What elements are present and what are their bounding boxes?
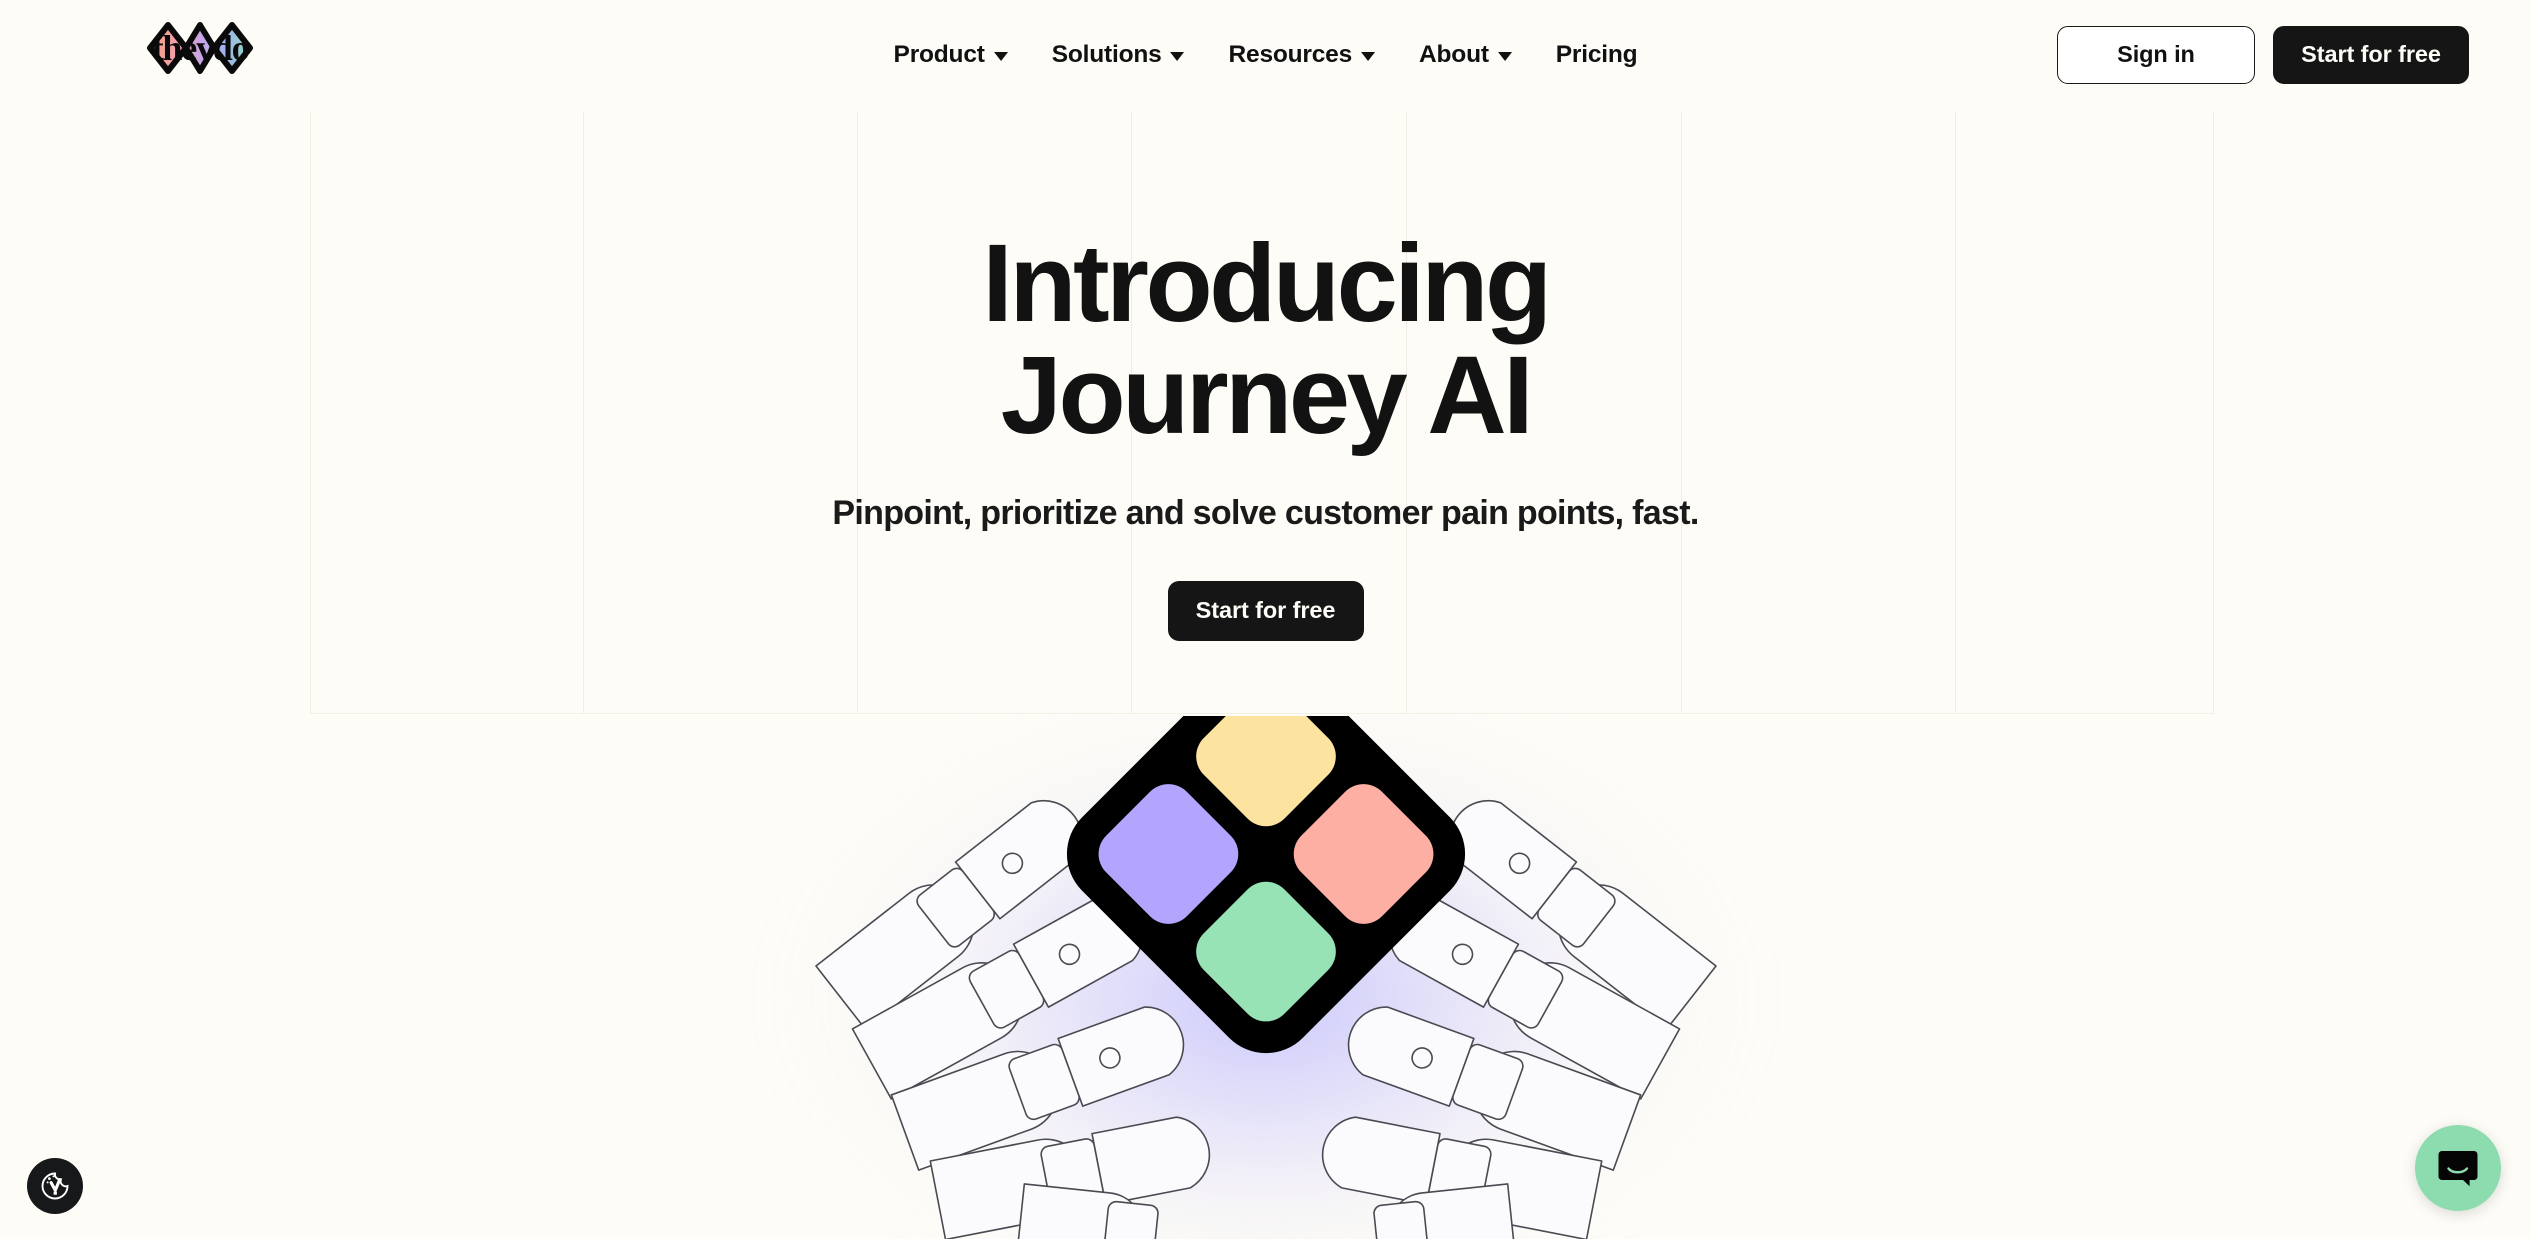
nav-item-product[interactable]: Product bbox=[893, 40, 1008, 68]
nav-label: Pricing bbox=[1555, 40, 1638, 68]
nav-label: Resources bbox=[1228, 40, 1353, 68]
hero-subtitle: Pinpoint, prioritize and solve customer … bbox=[832, 494, 1699, 533]
hero-artwork bbox=[0, 716, 2531, 1239]
site-header: theydo Product Solutions Resources About… bbox=[0, 0, 2531, 110]
theydo-logo[interactable]: theydo bbox=[124, 12, 276, 84]
nav-item-about[interactable]: About bbox=[1419, 40, 1512, 68]
accessibility-cookie-icon bbox=[41, 1172, 69, 1200]
theydo-diamond-logo-mark bbox=[1044, 716, 1487, 1075]
logo-quadrant-left bbox=[1087, 773, 1249, 935]
svg-text:theydo: theydo bbox=[152, 28, 249, 68]
nav-item-resources[interactable]: Resources bbox=[1228, 40, 1376, 68]
start-for-free-button-header[interactable]: Start for free bbox=[2273, 26, 2469, 84]
chevron-down-icon bbox=[993, 52, 1008, 61]
start-for-free-button-hero[interactable]: Start for free bbox=[1167, 580, 1364, 641]
intercom-chat-icon bbox=[2438, 1151, 2478, 1187]
sign-in-button[interactable]: Sign in bbox=[2057, 26, 2255, 84]
header-actions: Sign in Start for free bbox=[2057, 0, 2469, 110]
logo-quadrant-right bbox=[1282, 773, 1444, 935]
main-navigation: Product Solutions Resources About Pricin… bbox=[894, 0, 1638, 110]
chevron-down-icon bbox=[1361, 52, 1376, 61]
nav-item-pricing[interactable]: Pricing bbox=[1555, 40, 1638, 68]
page-title: Introducing Journey AI bbox=[982, 227, 1552, 452]
accessibility-widget-button[interactable] bbox=[27, 1158, 83, 1214]
hero-title-line-2: Journey AI bbox=[1000, 334, 1534, 458]
chevron-down-icon bbox=[1170, 52, 1185, 61]
nav-label: About bbox=[1419, 40, 1489, 68]
nav-label: Solutions bbox=[1051, 40, 1162, 68]
theydo-gradient-wordmark-icon: theydo bbox=[147, 22, 253, 74]
logo-quadrant-bottom bbox=[1184, 870, 1347, 1033]
chat-launcher-button[interactable] bbox=[2415, 1125, 2501, 1211]
chevron-down-icon bbox=[1497, 52, 1512, 61]
hero-title-line-1: Introducing bbox=[982, 222, 1552, 345]
nav-label: Product bbox=[893, 40, 985, 68]
nav-item-solutions[interactable]: Solutions bbox=[1051, 40, 1185, 68]
